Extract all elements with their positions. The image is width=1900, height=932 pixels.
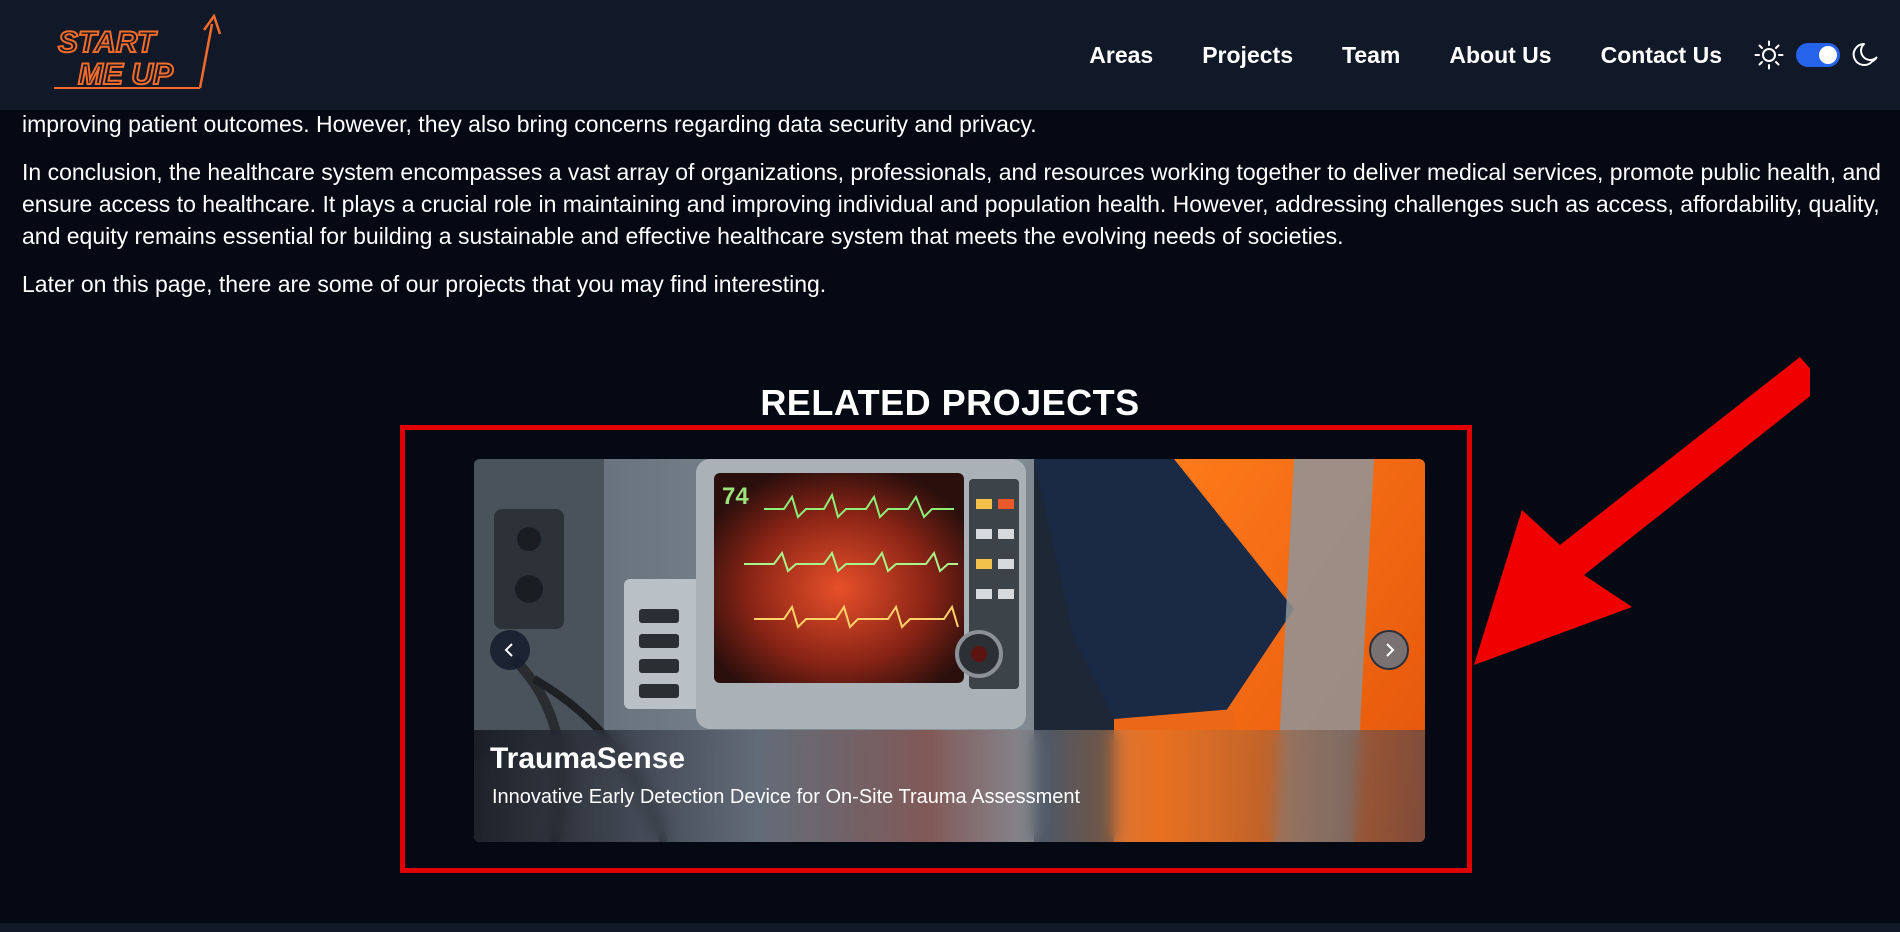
theme-switch (1754, 38, 1880, 72)
main-nav: Areas Projects Team About Us Contact Us (1040, 0, 1722, 110)
moon-icon (1852, 43, 1878, 66)
nav-team[interactable]: Team (1342, 42, 1400, 69)
annotation-arrow (1474, 357, 1810, 665)
article-paragraph: improving patient outcomes. However, the… (22, 111, 1037, 137)
svg-text:74: 74 (722, 483, 749, 510)
svg-text:START: START (58, 26, 158, 59)
chevron-right-icon (1386, 643, 1395, 657)
article-paragraph: Later on this page, there are some of ou… (22, 271, 827, 297)
slide-caption: TraumaSense Innovative Early Detection D… (474, 730, 1425, 842)
toggle-knob (1819, 46, 1837, 64)
theme-toggle[interactable] (1796, 43, 1840, 67)
slide-title[interactable]: TraumaSense (490, 742, 685, 776)
nav-about-us[interactable]: About Us (1449, 42, 1551, 69)
carousel-next-button[interactable] (1369, 630, 1409, 670)
footer-edge (0, 923, 1900, 932)
nav-areas[interactable]: Areas (1089, 42, 1153, 69)
start-me-up-logo[interactable]: START ME UP (50, 14, 230, 96)
site-header: START ME UP Areas Projects Team About Us… (0, 0, 1900, 110)
chevron-left-icon (504, 643, 513, 657)
carousel-prev-button[interactable] (490, 630, 530, 670)
nav-contact-us[interactable]: Contact Us (1601, 42, 1722, 69)
projects-carousel[interactable]: 74 TraumaSense Innovative Early Detectio… (474, 459, 1425, 842)
svg-text:ME UP: ME UP (78, 58, 174, 91)
nav-projects[interactable]: Projects (1202, 42, 1293, 69)
sun-icon (1754, 40, 1784, 70)
article-body: improving patient outcomes. However, the… (22, 108, 1882, 316)
slide-subtitle: Innovative Early Detection Device for On… (492, 786, 1081, 808)
article-paragraph: In conclusion, the healthcare system enc… (22, 159, 1881, 249)
